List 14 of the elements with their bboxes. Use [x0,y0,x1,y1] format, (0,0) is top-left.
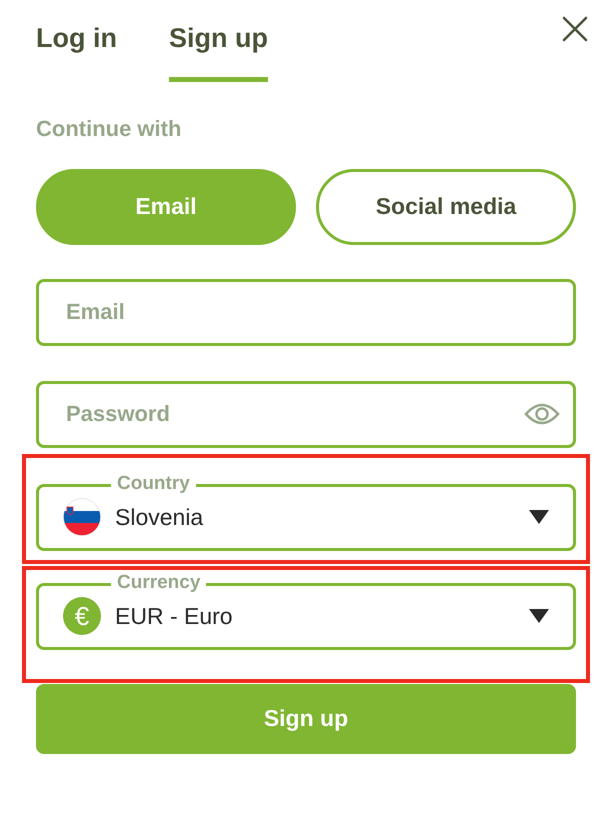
select-value: Slovenia [115,502,204,532]
euro-icon: € [63,597,101,635]
tab[interactable]: Log in [36,18,117,82]
dropdown-caret-icon [529,609,549,623]
password-field[interactable]: Password [36,380,576,448]
flag-icon [63,498,101,536]
tab[interactable]: Sign up [168,18,268,82]
close-icon [561,15,589,43]
section-label: Continue with [36,114,182,142]
select-value: EUR - Euro [115,602,234,631]
close-button[interactable] [560,14,590,44]
email-field[interactable]: Email [36,278,576,346]
dropdown-caret-icon [529,510,549,524]
method-toggle[interactable]: Social media [316,168,576,244]
